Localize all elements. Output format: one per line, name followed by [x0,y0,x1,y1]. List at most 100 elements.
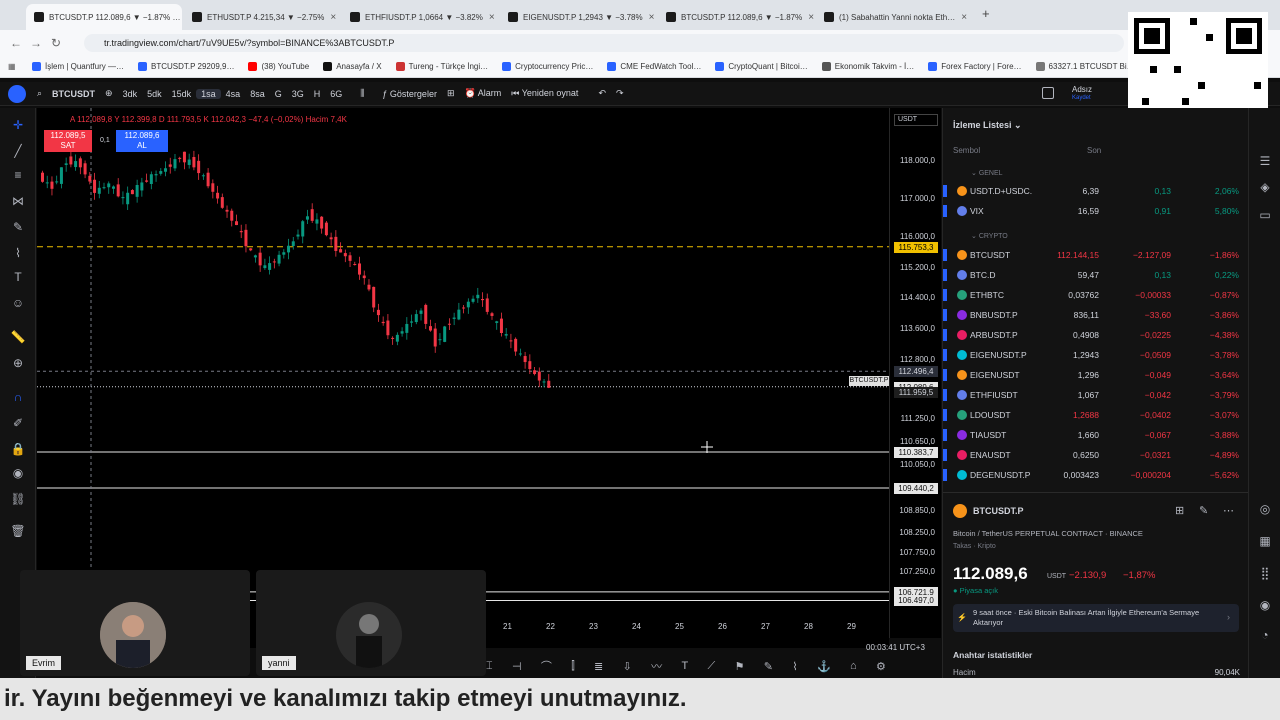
close-icon[interactable]: × [955,12,967,23]
layout-toggle-icon[interactable] [1042,87,1054,99]
home-icon[interactable]: ⌂ [850,660,857,672]
price-chart[interactable] [37,108,889,648]
interval-3dk[interactable]: 3dk [118,89,143,99]
pattern-icon[interactable]: ⋈ [8,192,28,210]
watchlist-row[interactable]: BNBUSDT.P 836,11 −33,60 −3,86% [943,305,1249,325]
chart-type-icon[interactable]: ⫼ [355,88,369,99]
trash-icon[interactable]: 🗑 [8,522,28,540]
vertical-line-icon[interactable]: ⫿ [571,660,575,673]
lock-icon[interactable]: 🔒 [8,440,28,458]
bookmark-item[interactable]: Anasayfa / X [323,62,382,71]
interval-5dk[interactable]: 5dk [142,89,167,99]
detail-symbol[interactable]: BTCUSDT.P [973,506,1024,516]
watchlist-icon[interactable]: ☰ [1255,152,1275,170]
buy-button[interactable]: 112.089,6 AL [116,130,168,152]
browser-tab[interactable]: EIGENUSDT.P 1,2943 ▼ −3.78% × [500,4,656,30]
add-symbol-icon[interactable]: ⊕ [100,88,118,99]
bookmark-item[interactable]: BTCUSDT.P 29209,9… [138,62,234,71]
news-item[interactable]: 9 saat önce · Eski Bitcoin Balinası Arta… [953,604,1239,632]
more-icon[interactable]: ⋯ [1223,504,1234,517]
grid-icon[interactable]: ⊞ [1175,504,1184,517]
text-icon[interactable]: T [8,268,28,286]
layers-icon[interactable]: ◈ [1255,178,1275,196]
eye-icon[interactable]: ◉ [8,464,28,482]
bookmark-item[interactable]: 63327.1 BTCUSDT Bi… [1035,62,1135,71]
chevron-right-icon[interactable]: › [1227,612,1230,622]
sell-button[interactable]: 112.089,5 SAT [44,130,92,152]
interval-6g[interactable]: 6G [325,89,347,99]
browser-tab[interactable]: ETHFIUSDT.P 1,0664 ▼ −3.82% × [342,4,498,30]
watchlist-row[interactable]: ETHBTC 0,03762 −0,00033 −0,87% [943,285,1249,305]
close-icon[interactable]: × [643,12,655,23]
close-icon[interactable]: × [483,12,495,23]
fib-icon[interactable]: ≣ [594,660,603,673]
settings-icon[interactable]: ⚙ [876,660,886,673]
close-icon[interactable]: × [180,12,182,23]
text-icon[interactable]: T [681,660,688,672]
watchlist-row[interactable]: DEGENUSDT.P 0,003423 −0,000204 −5,62% [943,465,1249,485]
watchlist-row[interactable]: EIGENUSDT.P 1,2943 −0,0509 −3,78% [943,345,1249,365]
forward-icon[interactable]: → [26,36,46,50]
crosshair-icon[interactable]: ✛ [8,116,28,134]
symbol-search-icon[interactable]: ⌕ [32,88,47,99]
flag-icon[interactable]: ⚑ [735,660,745,673]
measure-icon[interactable]: ⟋ [708,660,716,673]
browser-tab[interactable]: (1) Sabahattin Yanni nokta Eth… × [816,4,972,30]
alarm-button[interactable]: ⏰ Alarm [460,88,507,99]
broadcast-icon[interactable]: ◉ [1255,596,1275,614]
target-icon[interactable]: ◎ [1255,500,1275,518]
emoji-icon[interactable]: ☺ [8,294,28,312]
symbol-label[interactable]: BTCUSDT [47,89,100,99]
watchlist-row[interactable]: EIGENUSDT 1,296 −0,049 −3,64% [943,365,1249,385]
interval-8sa[interactable]: 8sa [245,89,270,99]
watchlist-row[interactable]: ETHFIUSDT 1,067 −0,042 −3,79% [943,385,1249,405]
fib-icon[interactable]: ≡ [8,166,28,184]
undo-icon[interactable]: ↶ [593,88,611,99]
edit-icon[interactable]: ✎ [1199,504,1208,517]
link-icon[interactable]: ⛓ [8,490,28,508]
pen-icon[interactable]: ✎ [764,660,773,673]
watchlist-row[interactable]: ENAUSDT 0,6250 −0,0321 −4,89% [943,445,1249,465]
brush-icon[interactable]: ⌇ [8,244,28,262]
watchlist-row[interactable]: BTCUSDT 112.144,15 −2.127,09 −1,86% [943,245,1249,265]
watchlist-row[interactable]: LDOUSDT 1,2688 −0,0402 −3,07% [943,405,1249,425]
watchlist-row[interactable]: BTC.D 59,47 0,13 0,22% [943,265,1249,285]
user-name[interactable]: Adsız [1072,85,1092,94]
zigzag-icon[interactable]: 〰 [651,658,662,674]
ruler-icon[interactable]: 📏 [8,328,28,346]
anchor-icon[interactable]: ⚓ [817,660,831,673]
chat-icon[interactable]: ▭ [1255,206,1275,224]
bookmark-item[interactable]: CryptoQuant | Bitcoi… [715,62,808,71]
col-symbol[interactable]: Sembol [953,146,980,155]
calendar-icon[interactable]: ▦ [1255,532,1275,550]
apps-grid-icon[interactable]: ⣿ [1255,564,1275,582]
watchlist-row[interactable]: USDT.D+USDC. 6,39 0,13 2,06% [943,181,1249,201]
browser-tab[interactable]: BTCUSDT.P 112.089,6 ▼ −1.87% …× [26,4,182,30]
redo-icon[interactable]: ↷ [611,88,629,99]
watchlist-row[interactable]: ARBUSDT.P 0,4908 −0,0225 −4,38% [943,325,1249,345]
section-general[interactable]: ⌄ GENEL [971,169,1003,177]
horizontal-line-icon[interactable]: ⊣ [512,660,522,673]
bookmark-item[interactable]: CME FedWatch Tool… [607,62,701,71]
url-field[interactable]: tr.tradingview.com/chart/7uV9UE5v/?symbo… [84,34,1124,52]
price-axis[interactable]: USDT 118.000,0 117.000,0 116.000,0 115.200,… [889,108,941,638]
magnet-icon[interactable]: ∩ [8,388,28,406]
reload-icon[interactable]: ↻ [46,36,66,50]
back-icon[interactable]: ← [6,36,26,50]
watchlist-row[interactable]: VIX 16,59 0,91 5,80% [943,201,1249,221]
arrow-down-icon[interactable]: ⇩ [623,660,632,673]
zoom-icon[interactable]: ⊕ [8,354,28,372]
bookmark-item[interactable]: İşlem | Quantfury —… [32,62,124,71]
new-tab-icon[interactable]: + [982,6,990,21]
section-crypto[interactable]: ⌄ CRYPTO [971,232,1008,240]
save-label[interactable]: Kaydet [1072,95,1091,101]
bookmark-item[interactable]: (38) YouTube [248,62,309,71]
layout-icon[interactable]: ⊞ [442,88,460,99]
indicators-button[interactable]: ƒ Göstergeler [377,89,442,99]
notifications-icon[interactable]: ◔ [1255,626,1275,644]
interval-h[interactable]: H [309,89,326,99]
bookmark-item[interactable]: Forex Factory | Fore… [928,62,1022,71]
bookmark-item[interactable]: Tureng - Türkçe İngi… [395,62,488,71]
col-last[interactable]: Son [1087,146,1101,155]
apps-icon[interactable]: ▦ [8,62,18,71]
